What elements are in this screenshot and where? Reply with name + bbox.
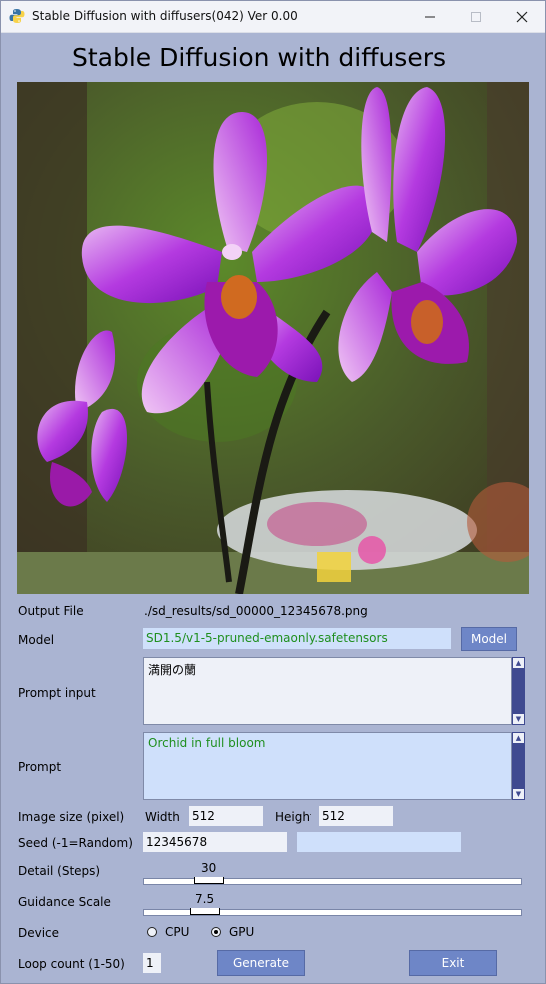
prompt-textarea[interactable]: Orchid in full bloom bbox=[143, 732, 512, 800]
height-label: Height bbox=[275, 810, 311, 824]
cpu-radio-label[interactable]: CPU bbox=[165, 925, 189, 939]
steps-slider-thumb[interactable] bbox=[194, 877, 224, 884]
scroll-up-icon[interactable]: ▲ bbox=[513, 733, 524, 743]
guidance-value: 7.5 bbox=[195, 892, 215, 906]
scroll-down-icon[interactable]: ▼ bbox=[513, 714, 524, 724]
steps-value: 30 bbox=[201, 861, 217, 875]
prompt-input-label: Prompt input bbox=[18, 686, 96, 700]
model-label: Model bbox=[18, 633, 55, 647]
steps-label: Detail (Steps) bbox=[18, 864, 101, 878]
generated-image bbox=[17, 82, 529, 594]
output-file-label: Output File bbox=[18, 604, 84, 618]
scroll-up-icon[interactable]: ▲ bbox=[513, 658, 524, 668]
minimize-icon bbox=[425, 16, 435, 17]
prompt-label: Prompt bbox=[18, 760, 62, 774]
close-icon bbox=[516, 11, 528, 22]
minimize-button[interactable] bbox=[407, 1, 453, 32]
guidance-slider-thumb[interactable] bbox=[190, 908, 220, 915]
python-icon bbox=[9, 9, 25, 23]
window-title: Stable Diffusion with diffusers(042) Ver… bbox=[32, 9, 298, 23]
gpu-radio[interactable] bbox=[211, 927, 221, 937]
maximize-button[interactable] bbox=[453, 1, 499, 32]
image-size-label: Image size (pixel) bbox=[18, 810, 125, 824]
seed-extra-field[interactable] bbox=[297, 832, 461, 852]
width-field[interactable]: 512 bbox=[189, 806, 263, 826]
model-button[interactable]: Model bbox=[461, 627, 517, 651]
close-button[interactable] bbox=[499, 1, 545, 32]
orchid-image bbox=[17, 82, 529, 594]
loop-count-label: Loop count (1-50) bbox=[18, 957, 125, 971]
model-field[interactable]: SD1.5/v1-5-pruned-emaonly.safetensors bbox=[143, 628, 451, 649]
height-field[interactable]: 512 bbox=[319, 806, 393, 826]
cpu-radio[interactable] bbox=[147, 927, 157, 937]
prompt-scrollbar[interactable]: ▲ ▼ bbox=[512, 732, 525, 800]
prompt-input-textarea[interactable]: 満開の蘭 bbox=[143, 657, 512, 725]
generate-button[interactable]: Generate bbox=[217, 950, 305, 976]
exit-button[interactable]: Exit bbox=[409, 950, 497, 976]
seed-label: Seed (-1=Random) bbox=[18, 836, 133, 850]
maximize-icon bbox=[471, 11, 481, 22]
loop-count-field[interactable]: 1 bbox=[143, 953, 161, 973]
app-window: Stable Diffusion with diffusers(042) Ver… bbox=[0, 0, 546, 984]
width-label: Width bbox=[145, 810, 180, 824]
device-label: Device bbox=[18, 926, 60, 940]
prompt-input-scrollbar[interactable]: ▲ ▼ bbox=[512, 657, 525, 725]
seed-field[interactable]: 12345678 bbox=[143, 832, 287, 852]
guidance-label: Guidance Scale bbox=[18, 895, 111, 909]
output-file-value: ./sd_results/sd_00000_12345678.png bbox=[144, 604, 368, 618]
app-heading: Stable Diffusion with diffusers bbox=[71, 43, 447, 72]
scroll-down-icon[interactable]: ▼ bbox=[513, 789, 524, 799]
title-bar: Stable Diffusion with diffusers(042) Ver… bbox=[1, 1, 545, 33]
gpu-radio-label[interactable]: GPU bbox=[229, 925, 254, 939]
